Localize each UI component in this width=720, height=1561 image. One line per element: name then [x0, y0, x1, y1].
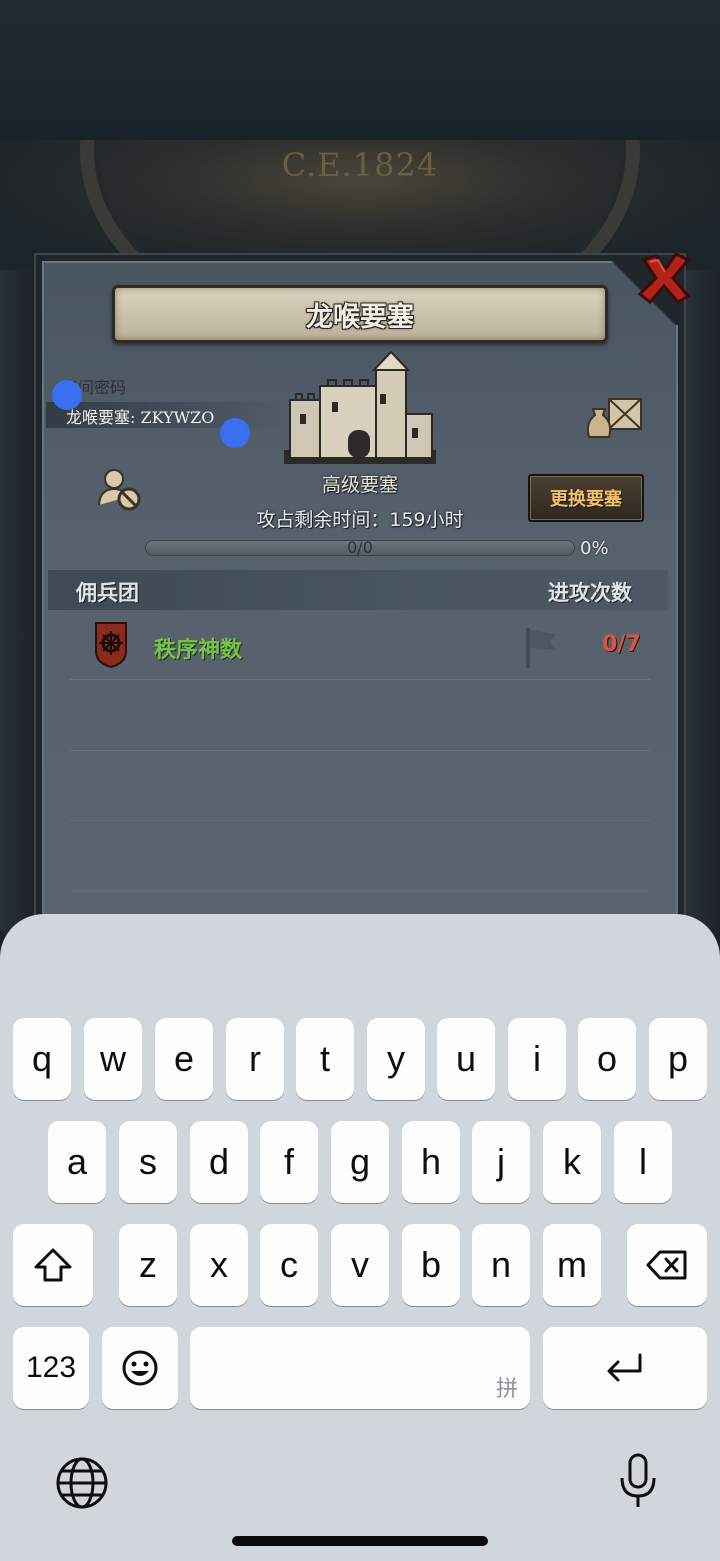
fortress-title: 龙喉要塞 — [306, 301, 414, 333]
key-r[interactable]: r — [226, 1018, 284, 1100]
key-i[interactable]: i — [508, 1018, 566, 1100]
right-side-strip — [686, 270, 720, 930]
key-a[interactable]: a — [48, 1121, 106, 1203]
empty-row-divider — [70, 820, 650, 821]
microphone-icon[interactable] — [618, 1452, 658, 1512]
space-key[interactable]: 拼 — [190, 1327, 530, 1409]
empty-row-divider — [70, 750, 650, 751]
delete-key[interactable] — [627, 1224, 707, 1306]
selection-end-handle[interactable] — [220, 418, 250, 448]
fortress-level: 高级要塞 — [321, 474, 398, 496]
key-h[interactable]: h — [402, 1121, 460, 1203]
loot-bag-icon[interactable] — [583, 393, 645, 441]
home-indicator[interactable] — [232, 1536, 488, 1546]
key-m[interactable]: m — [543, 1224, 601, 1306]
room-code-text[interactable]: 龙喉要塞: ZKYWZO — [66, 404, 214, 428]
key-u[interactable]: u — [437, 1018, 495, 1100]
numbers-key[interactable]: 123 — [13, 1327, 89, 1409]
key-v[interactable]: v — [331, 1224, 389, 1306]
shift-icon — [34, 1248, 72, 1282]
title-plate: 龙喉要塞 — [112, 285, 608, 343]
key-b[interactable]: b — [402, 1224, 460, 1306]
attack-count-header: 进攻次数 — [548, 581, 632, 605]
emoji-key[interactable] — [102, 1327, 178, 1409]
software-keyboard: q w e r t y u i o p a s d f g h j k l z … — [0, 914, 720, 1561]
key-l[interactable]: l — [614, 1121, 672, 1203]
key-y[interactable]: y — [367, 1018, 425, 1100]
progress-count: 0/0 — [347, 538, 373, 557]
mercenary-name: 秩序神数 — [154, 638, 243, 663]
flag-icon — [526, 628, 556, 668]
block-user-icon[interactable] — [96, 465, 144, 513]
key-f[interactable]: f — [260, 1121, 318, 1203]
key-q[interactable]: q — [13, 1018, 71, 1100]
year-label: C.E.1824 — [281, 146, 439, 184]
key-t[interactable]: t — [296, 1018, 354, 1100]
key-p[interactable]: p — [649, 1018, 707, 1100]
guild-shield-icon — [95, 622, 127, 669]
key-j[interactable]: j — [472, 1121, 530, 1203]
key-n[interactable]: n — [472, 1224, 530, 1306]
mercenary-header: 佣兵团 — [76, 581, 139, 605]
left-side-strip — [0, 270, 34, 930]
attack-count: 0/7 — [602, 632, 641, 657]
key-s[interactable]: s — [119, 1121, 177, 1203]
key-k[interactable]: k — [543, 1121, 601, 1203]
selection-start-handle[interactable] — [52, 380, 82, 410]
key-o[interactable]: o — [578, 1018, 636, 1100]
globe-icon[interactable] — [55, 1456, 109, 1510]
clock-banner: C.E.1824 — [0, 140, 720, 270]
emoji-icon — [122, 1350, 158, 1386]
key-z[interactable]: z — [119, 1224, 177, 1306]
fortress-image — [284, 350, 436, 464]
change-fortress-label: 更换要塞 — [550, 489, 622, 510]
key-x[interactable]: x — [190, 1224, 248, 1306]
close-icon[interactable] — [636, 250, 692, 306]
key-w[interactable]: w — [84, 1018, 142, 1100]
key-g[interactable]: g — [331, 1121, 389, 1203]
key-e[interactable]: e — [155, 1018, 213, 1100]
progress-percent: 0% — [580, 538, 609, 559]
remaining-time: 攻占剩余时间：159小时 — [256, 509, 464, 531]
shift-key[interactable] — [13, 1224, 93, 1306]
delete-icon — [646, 1250, 687, 1280]
change-fortress-button[interactable]: 更换要塞 — [528, 474, 644, 522]
return-icon — [607, 1353, 642, 1382]
game-top-background — [0, 0, 720, 140]
empty-row-divider — [70, 890, 650, 891]
space-hint: 拼 — [495, 1376, 518, 1401]
return-key[interactable] — [543, 1327, 707, 1409]
key-c[interactable]: c — [260, 1224, 318, 1306]
key-d[interactable]: d — [190, 1121, 248, 1203]
